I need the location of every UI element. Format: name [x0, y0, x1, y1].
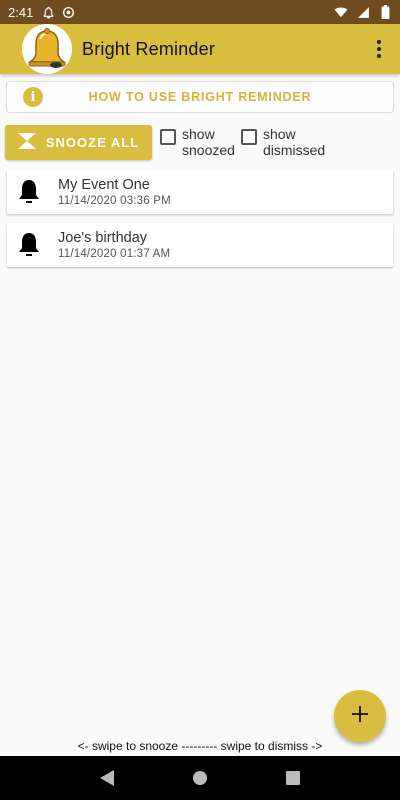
add-event-button[interactable] — [334, 690, 386, 742]
swipe-hint: <- swipe to snooze --------- swipe to di… — [77, 739, 323, 753]
snooze-all-label: SNOOZE ALL — [45, 134, 140, 150]
how-to-use-button[interactable]: i HOW TO USE BRIGHT REMINDER — [6, 81, 394, 113]
app-title: Bright Reminder — [82, 38, 216, 59]
battery-icon — [378, 5, 392, 19]
event-title: My Event One — [58, 177, 150, 193]
status-bar: 2:41 — [0, 0, 400, 24]
show-dismissed-label: show dismissed — [262, 126, 326, 158]
event-title: Joe's birthday — [58, 230, 148, 246]
event-datetime: 11/14/2020 01:37 AM — [58, 248, 171, 260]
wifi-icon — [334, 5, 348, 19]
event-item[interactable]: Joe's birthday 11/14/2020 01:37 AM — [7, 223, 393, 267]
hourglass-icon — [17, 132, 36, 152]
show-snoozed-box[interactable] — [160, 129, 176, 145]
system-nav-bar — [0, 756, 400, 800]
snooze-all-button[interactable]: SNOOZE ALL — [5, 124, 152, 160]
event-datetime: 11/14/2020 03:36 PM — [58, 195, 171, 207]
show-snoozed-checkbox[interactable]: show snoozed — [160, 126, 235, 158]
bell-icon — [16, 178, 42, 206]
controls-row: SNOOZE ALL show snoozed show dismissed — [5, 124, 395, 160]
home-icon[interactable] — [188, 766, 212, 790]
plus-icon — [352, 705, 368, 727]
app-bar: Bright Reminder — [0, 24, 400, 74]
recents-icon[interactable] — [281, 766, 305, 790]
show-dismissed-box[interactable] — [240, 129, 257, 145]
back-icon[interactable] — [95, 766, 119, 790]
overflow-menu-icon[interactable] — [372, 37, 386, 61]
bell-logo-icon — [22, 24, 72, 74]
info-icon: i — [23, 87, 43, 107]
status-time: 2:41 — [8, 4, 34, 20]
event-list: My Event One 11/14/2020 03:36 PM Joe's b… — [7, 170, 393, 276]
bell-icon — [16, 231, 42, 259]
show-dismissed-checkbox[interactable]: show dismissed — [240, 126, 326, 158]
notification-bell-icon — [41, 5, 55, 19]
vpn-icon — [61, 5, 75, 19]
signal-icon — [356, 5, 370, 19]
show-snoozed-label: show snoozed — [182, 126, 235, 158]
event-item[interactable]: My Event One 11/14/2020 03:36 PM — [7, 170, 393, 214]
how-to-use-label: HOW TO USE BRIGHT REMINDER — [88, 90, 312, 104]
